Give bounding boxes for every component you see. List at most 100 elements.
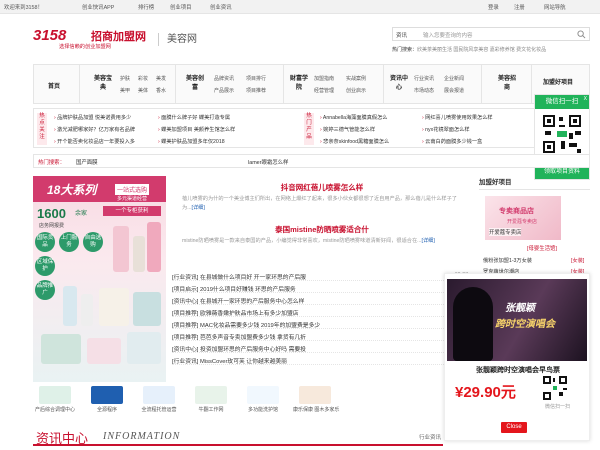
list-item[interactable]: [项目启示] 2019什么项目好赚钱 环思的产后服务02-26 [172,282,472,293]
brand-logo[interactable]: 康乐保康 图木多家乐 [293,386,339,413]
location-headline[interactable]: lamer眼霜怎么样 [248,158,288,166]
brand-logo[interactable]: 全流程托管运营 [137,386,181,413]
nav-sub[interactable]: 香水 [156,87,166,94]
nav-home[interactable]: 首页 [48,81,60,90]
popup-photo-title: 张靓颖 [505,303,535,314]
nav-sub[interactable]: 市场动态 [414,87,434,94]
featured-articles: 抖音网红蓓儿喷雾怎么样 蓓儿喷雾的为什的一个美业博主们所出，在网络上爆红了起来，… [172,176,472,266]
news-item[interactable]: Annabella海藻面膜真假怎么 [320,114,388,121]
top-bar: 欢迎来到3158！ 创业快讯APP 排行榜 创业项目 创业资讯 登录 注册 网站… [0,0,600,14]
side-image-title: 专卖商品店 [499,208,534,215]
nav-sub[interactable]: 实战案例 [346,75,366,82]
close-icon[interactable]: X [584,96,587,102]
nav-sub[interactable]: 产品展示 [214,87,234,94]
news-item[interactable]: 网红喜儿喷雾使用效果怎么样 [422,114,492,121]
nav-sub[interactable]: 美甲 [120,87,130,94]
list-item[interactable]: [资讯中心] 投资加盟环思的产后服务中心好吗 需要投09-18 [172,342,472,353]
nav-sub[interactable]: 行业资讯 [414,75,434,82]
search-input[interactable]: 输入您要查询的内容 [423,31,473,39]
left-ad-banner[interactable]: 18大系列 一站式选购 多元渠道经营 1600 余家 店务网报费 一个专柜获利 … [33,176,166,382]
brand-strip: 产后综合调理中心 全源程序 全流程托管运营 牛翻工作网 多功能洗护馆 康乐保康 … [33,386,363,420]
hot-focus-tag: 热点关注 [37,113,47,145]
popup-photo-sub: 跨时空演唱会 [495,319,555,330]
nav-sub[interactable]: 项目排行 [246,75,266,82]
register-link[interactable]: 注册 [514,3,525,11]
news-item[interactable]: 品牌护肤品加盟 悦美诺费用多少 [54,114,131,121]
search-box: 资讯 输入您要查询的内容 [392,27,590,41]
search-scope-select[interactable]: 资讯 [396,31,407,39]
nav-cat[interactable]: 美容宝典 [92,75,114,93]
nav-sub[interactable]: 项目推荐 [246,87,266,94]
list-item[interactable]: [项目推荐] 欧雅薇香嫩护肤品市场上有多少加盟店02-19 [172,306,472,317]
news-item[interactable]: 蝶美加盟项目 美颜养生馆怎么样 [158,126,235,133]
more-link[interactable]: [详细] [422,238,435,244]
nav-sub[interactable]: 品牌资讯 [214,75,234,82]
nav-cat[interactable]: 资讯中心 [388,75,410,93]
news-item[interactable]: 婉婷三德气管能怎么样 [320,126,375,133]
list-item[interactable]: [资讯中心] 在县城开一家环思的产后服务中心怎么样02-25 [172,294,472,305]
ad-pill: 国际货品 [35,232,55,252]
nav-cat[interactable]: 美容创富 [184,75,206,93]
product-jar [41,334,81,364]
nav-group-1: 美容宝典 护肤 彩妆 美发 美甲 美体 香水 [80,65,176,103]
list-item[interactable]: [项目推荐] 芭芭多声音专卖加盟费多少钱 拿货有几折12-26 [172,330,472,341]
nav-sub[interactable]: 企业新闻 [444,75,464,82]
nav-cat[interactable]: 美容招商 [496,75,518,93]
featured-title[interactable]: 抖音网红蓓儿喷雾怎么样 [172,182,472,193]
concert-ad-popup[interactable]: 张靓颖 跨时空演唱会 张靓颖跨时空演唱会早鸟票 ¥29.90元 微信扫一扫 Cl… [444,273,590,441]
product-bottle [133,236,145,272]
welcome-text: 欢迎来到3158！ [4,5,43,11]
popup-scan-text: 微信扫一扫 [545,404,571,410]
brand-logo[interactable]: 多功能洗护馆 [241,386,285,413]
nav-cat[interactable]: 加盟好项目 [538,79,578,88]
side-list-item[interactable]: 俄粉张加盟1-3万女装 [483,257,532,264]
site-nav-link[interactable]: 网站导航 [544,3,566,11]
ad-number-caption: 店务网报费 [39,223,65,229]
project-link[interactable]: 创业项目 [170,3,192,11]
news-item[interactable]: nyx花镜翠面怎么样 [422,126,469,133]
list-item[interactable]: [项目推荐] MAC化妆品需要多少钱 2019年的加盟费是多少12-28 [172,318,472,329]
ad-number: 1600 [37,206,66,221]
nav-sub[interactable]: 护肤 [120,75,130,82]
brand-logo[interactable]: 全源程序 [85,386,129,413]
news-item[interactable]: 悲亲奈skinfood黑糖面膜怎么 [320,138,389,145]
nav-sub[interactable]: 创业启示 [346,87,366,94]
news-link[interactable]: 创业资讯 [210,3,232,11]
hot-search-items[interactable]: 欣美茶美丽生活 国民院风享美容 嘉彩修养馆 费文花化妆品 [417,47,546,53]
news-item[interactable]: 面膜什么牌子好 蝶美打造专属 [158,114,230,121]
nav-cat[interactable]: 财富学院 [288,75,310,93]
app-link[interactable]: 创业快讯APP [82,3,114,11]
site-logo[interactable]: 3158 招商加盟网 选择信赖的创业加盟网 [33,27,153,55]
info-more-link[interactable]: 行业资讯 [419,433,441,441]
nav-sub[interactable]: 经营管理 [314,87,334,94]
news-item[interactable]: 激光减肥哪家好？亿万家有名品牌 [54,126,135,133]
location-crumb[interactable]: 国产面膜 [76,158,98,166]
news-item[interactable]: 开个能否卖化妆品店一年要投入多 [54,138,135,145]
featured-desc: mistine防晒喷雾是一款来自泰国的产品，小编觉得非常喜欢，mistine防晒… [182,238,435,244]
ad-tag2: 多元渠道经营 [117,196,148,202]
news-item[interactable]: 蝶美护肤品加盟多年仅2018 [158,138,224,145]
product-bottle [81,294,93,326]
side-caption[interactable]: 开爱蔻专卖店 [489,228,522,236]
side-caption-tag[interactable]: [母婴生活馆] [527,244,557,252]
more-link[interactable]: [详细] [192,205,205,211]
nav-sub[interactable]: 美体 [138,87,148,94]
search-icon[interactable] [577,30,586,39]
list-item[interactable]: [行业资讯] MissCover玫可芙 让你越来越美丽07-04 [172,354,472,365]
rank-link[interactable]: 排行榜 [138,3,154,11]
nav-sub[interactable]: 美发 [156,75,166,82]
nav-sub[interactable]: 彩妆 [138,75,148,82]
nav-sub[interactable]: 展会报道 [444,87,464,94]
list-item[interactable]: [行业资讯] 在县城做什么项目好 开一家环思的产后服02-27 [172,270,472,281]
login-link[interactable]: 登录 [488,3,499,11]
side-list-tag[interactable]: [女装] [571,257,584,264]
popup-title: 张靓颖跨时空演唱会早鸟票 [476,367,560,374]
brand-logo[interactable]: 产后综合调理中心 [33,386,77,413]
nav-home-cell[interactable]: 首页 [34,65,80,103]
popup-close-button[interactable]: Close [501,422,527,433]
featured-title[interactable]: 泰国mistine防晒喷雾适合什 [172,224,472,235]
logo-number: 3158 [33,27,67,44]
nav-sub[interactable]: 加盟指南 [314,75,334,82]
news-item[interactable]: 云南白药面膜多少钱一盒 [422,138,482,145]
brand-logo[interactable]: 牛翻工作网 [189,386,233,413]
